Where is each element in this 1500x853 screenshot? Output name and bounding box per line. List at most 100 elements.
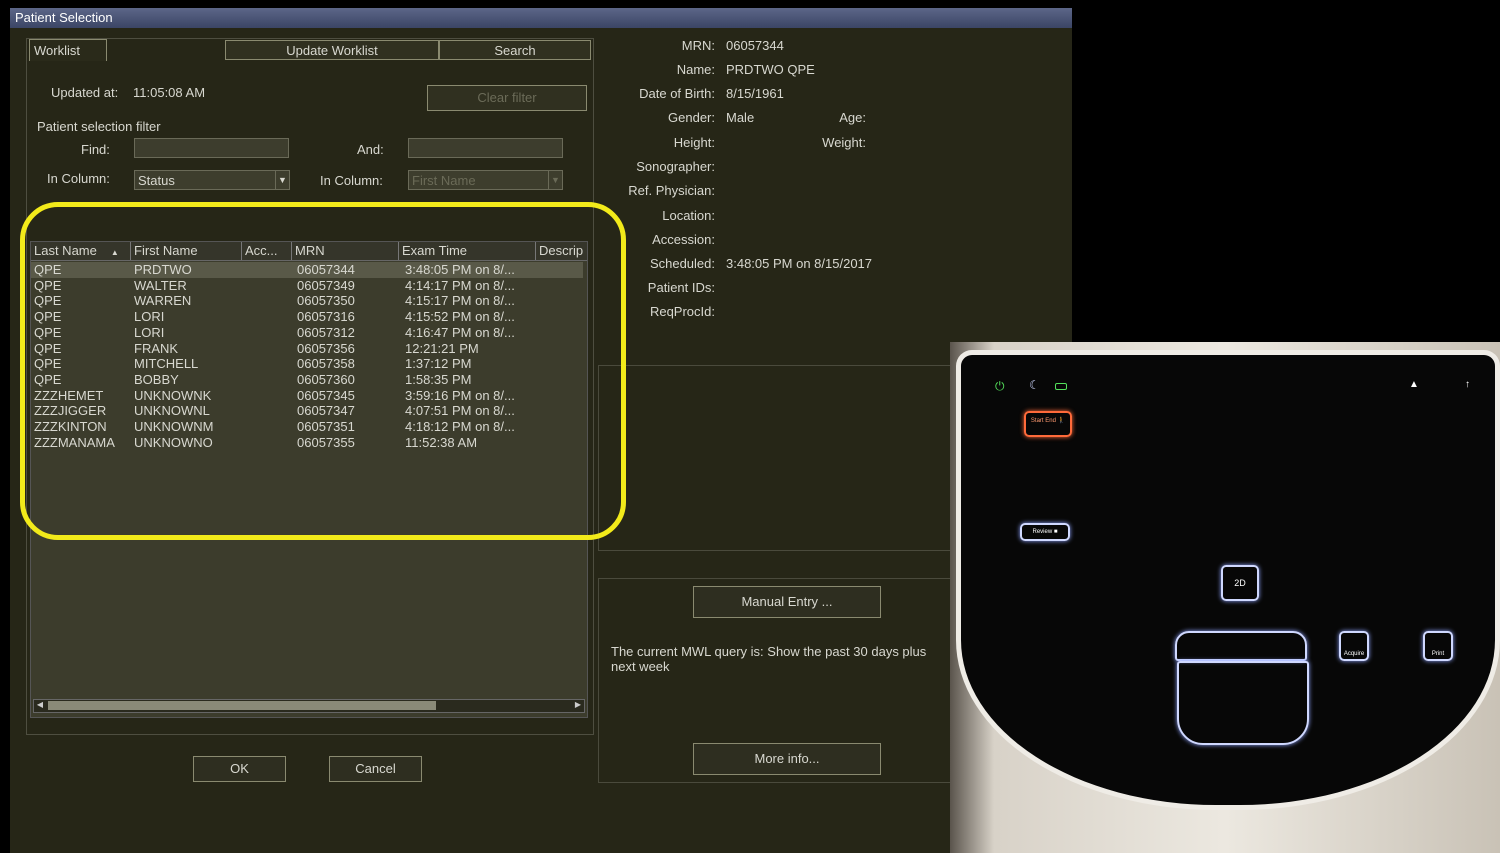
cell-first-name: LORI bbox=[134, 309, 165, 325]
table-row[interactable]: ZZZJIGGER UNKNOWNL 06057347 4:07:51 PM on 8… bbox=[31, 403, 583, 419]
cell-first-name: WARREN bbox=[134, 293, 192, 309]
trackpad[interactable] bbox=[1177, 661, 1309, 745]
scheduled-label: Scheduled: bbox=[649, 256, 715, 271]
table-row[interactable]: QPE LORI 06057316 4:15:52 PM on 8/... bbox=[31, 309, 583, 325]
chevron-down-icon[interactable]: ▼ bbox=[275, 171, 289, 189]
clear-filter-button[interactable]: Clear filter bbox=[427, 85, 587, 111]
and-input[interactable] bbox=[408, 138, 563, 158]
cell-exam-time: 4:15:17 PM on 8/... bbox=[405, 293, 515, 309]
column-header-last-name[interactable]: Last Name ▲ bbox=[31, 242, 131, 260]
cell-last-name: QPE bbox=[34, 324, 62, 340]
review-label: Review bbox=[1032, 529, 1053, 535]
column-header-accession[interactable]: Acc... bbox=[242, 242, 292, 260]
scroll-left-icon[interactable]: ◀ bbox=[34, 700, 46, 710]
cell-exam-time: 4:18:12 PM on 8/... bbox=[405, 419, 515, 434]
acquire-button[interactable]: Acquire bbox=[1339, 631, 1369, 661]
filter-group-label: Patient selection filter bbox=[37, 119, 161, 134]
manual-entry-button[interactable]: Manual Entry ... bbox=[693, 586, 881, 618]
ref-physician-label: Ref. Physician: bbox=[628, 183, 715, 198]
in-column-select-1[interactable]: Status ▼ bbox=[134, 170, 290, 190]
cell-exam-time: 4:16:47 PM on 8/... bbox=[405, 324, 515, 340]
cell-mrn: 06057351 bbox=[297, 419, 355, 434]
cell-mrn: 06057355 bbox=[297, 434, 355, 450]
cell-first-name: BOBBY bbox=[134, 371, 179, 387]
updated-at-value: 11:05:08 AM bbox=[133, 85, 206, 100]
usb-icon: ↑ bbox=[1465, 379, 1470, 390]
cancel-button[interactable]: Cancel bbox=[329, 756, 422, 782]
cell-exam-time: 12:21:21 PM bbox=[405, 340, 479, 356]
tab-worklist[interactable]: Worklist bbox=[29, 39, 107, 61]
review-button[interactable]: Review ■ bbox=[1020, 523, 1070, 541]
cell-last-name: QPE bbox=[34, 356, 62, 372]
table-row[interactable]: QPE MITCHELL 06057358 1:37:12 PM bbox=[31, 356, 583, 372]
cell-mrn: 06057312 bbox=[297, 324, 355, 340]
cell-mrn: 06057345 bbox=[297, 387, 355, 403]
and-label: And: bbox=[357, 142, 384, 157]
patient-selection-window: Patient Selection Worklist Update Workli… bbox=[10, 8, 1072, 853]
table-row[interactable]: QPE FRANK 06057356 12:21:21 PM bbox=[31, 341, 583, 357]
start-end-label: Start End bbox=[1030, 418, 1056, 424]
trackpad-select-keys[interactable] bbox=[1175, 631, 1307, 661]
cell-first-name: WALTER bbox=[134, 277, 187, 293]
height-label: Height: bbox=[673, 135, 715, 150]
cell-exam-time: 1:58:35 PM bbox=[405, 371, 472, 387]
cell-exam-time: 3:59:16 PM on 8/... bbox=[405, 387, 515, 403]
cell-last-name: QPE bbox=[34, 340, 62, 356]
battery-icon bbox=[1055, 383, 1067, 390]
cell-last-name: ZZZKINTON bbox=[34, 419, 107, 434]
patient-ids-label: Patient IDs: bbox=[647, 280, 715, 295]
table-row[interactable]: ZZZHEMET UNKNOWNK 06057345 3:59:16 PM on 8/… bbox=[31, 388, 583, 404]
mwl-query-text: The current MWL query is: Show the past … bbox=[611, 644, 927, 674]
scroll-right-icon[interactable]: ▶ bbox=[572, 700, 584, 710]
horizontal-scrollbar[interactable]: ◀ ▶ bbox=[33, 699, 585, 713]
in-column-value-2: First Name bbox=[412, 173, 476, 188]
mode-2d-button[interactable]: 2D bbox=[1221, 565, 1259, 601]
worklist-table[interactable]: Last Name ▲ First Name Acc... MRN Exam Ti… bbox=[30, 241, 588, 718]
cell-first-name: MITCHELL bbox=[134, 356, 199, 372]
cell-last-name: QPE bbox=[34, 262, 62, 277]
column-header-mrn[interactable]: MRN bbox=[292, 242, 399, 260]
table-row[interactable]: ZZZMANAMA UNKNOWNO 06057355 11:52:38 AM bbox=[31, 435, 583, 451]
cell-last-name: ZZZMANAMA bbox=[34, 434, 115, 450]
cell-exam-time: 1:37:12 PM bbox=[405, 356, 472, 372]
scheduled-value: 3:48:05 PM on 8/15/2017 bbox=[726, 256, 873, 271]
in-column-select-2[interactable]: First Name ▼ bbox=[408, 170, 563, 190]
cell-first-name: UNKNOWNM bbox=[134, 419, 214, 434]
patient-preview-box bbox=[598, 365, 952, 551]
updated-at-label: Updated at: bbox=[51, 85, 119, 100]
table-row[interactable]: QPE WARREN 06057350 4:15:17 PM on 8/... bbox=[31, 293, 583, 309]
table-row[interactable]: QPE WALTER 06057349 4:14:17 PM on 8/... bbox=[31, 278, 583, 294]
window-title: Patient Selection bbox=[10, 8, 1072, 28]
cell-last-name: QPE bbox=[34, 277, 62, 293]
age-label: Age: bbox=[839, 110, 866, 125]
table-row[interactable]: QPE BOBBY 06057360 1:58:35 PM bbox=[31, 372, 583, 388]
find-input[interactable] bbox=[134, 138, 289, 158]
start-end-button[interactable]: Start End 🚶 bbox=[1024, 411, 1072, 437]
cell-mrn: 06057360 bbox=[297, 371, 355, 387]
table-row[interactable]: QPE PRDTWO 06057344 3:48:05 PM on 8/... bbox=[31, 262, 583, 278]
table-row[interactable]: QPE LORI 06057312 4:16:47 PM on 8/... bbox=[31, 325, 583, 341]
dob-value: 8/15/1961 bbox=[726, 86, 784, 101]
in-column-label-1: In Column: bbox=[47, 171, 110, 186]
column-header-exam-time[interactable]: Exam Time bbox=[399, 242, 536, 260]
ok-button[interactable]: OK bbox=[193, 756, 286, 782]
in-column-value-1: Status bbox=[138, 173, 175, 188]
column-header-first-name[interactable]: First Name bbox=[131, 242, 242, 260]
cell-mrn: 06057358 bbox=[297, 356, 355, 372]
more-info-button[interactable]: More info... bbox=[693, 743, 881, 775]
weight-label: Weight: bbox=[822, 135, 866, 150]
cell-exam-time: 4:14:17 PM on 8/... bbox=[405, 277, 515, 293]
mrn-label: MRN: bbox=[681, 38, 715, 53]
table-row[interactable]: ZZZKINTON UNKNOWNM 06057351 4:18:12 PM on 8… bbox=[31, 419, 583, 435]
print-label: Print bbox=[1431, 651, 1445, 657]
cell-exam-time: 11:52:38 AM bbox=[405, 434, 478, 450]
cell-last-name: QPE bbox=[34, 309, 62, 325]
power-icon: ⏻ bbox=[995, 379, 1005, 393]
update-worklist-button[interactable]: Update Worklist bbox=[225, 40, 439, 60]
reqprocid-label: ReqProcId: bbox=[649, 304, 715, 319]
find-label: Find: bbox=[81, 142, 110, 157]
cell-last-name: ZZZHEMET bbox=[34, 387, 104, 403]
print-button[interactable]: Print bbox=[1423, 631, 1453, 661]
chevron-down-icon[interactable]: ▼ bbox=[548, 171, 562, 189]
scrollbar-thumb[interactable] bbox=[48, 701, 436, 710]
